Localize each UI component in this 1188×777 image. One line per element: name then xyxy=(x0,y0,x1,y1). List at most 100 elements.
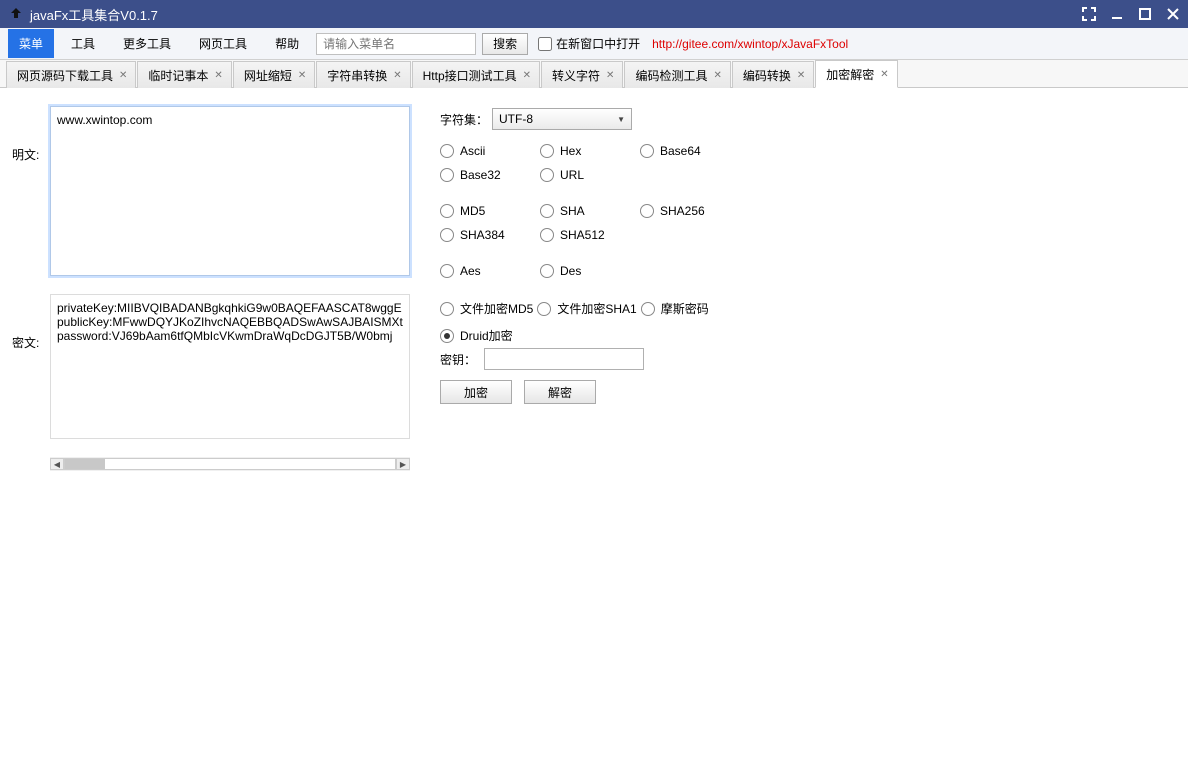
right-panel: 字符集： UTF-8 ▼ AsciiHex Base64 Base32 URL MD5… xyxy=(440,106,1176,471)
tab-close-icon[interactable]: ✕ xyxy=(298,70,306,81)
radio-aes[interactable]: Aes xyxy=(440,264,540,278)
open-new-window-checkbox[interactable]: 在新窗口中打开 xyxy=(538,35,640,52)
menu-main[interactable]: 菜单 xyxy=(8,29,54,58)
decrypt-button[interactable]: 解密 xyxy=(524,380,596,404)
charset-value: UTF-8 xyxy=(499,112,533,126)
plain-text-input[interactable] xyxy=(50,106,410,276)
tab-close-icon[interactable]: ✕ xyxy=(393,70,401,81)
key-label: 密钥： xyxy=(440,351,476,368)
radio-base32[interactable]: Base32 xyxy=(440,168,540,182)
radio-icon xyxy=(440,168,454,182)
radio-label: SHA xyxy=(560,204,585,218)
radio-icon xyxy=(440,329,454,343)
radio-label: URL xyxy=(560,168,584,182)
tab-close-icon[interactable]: ✕ xyxy=(606,70,614,81)
search-button[interactable]: 搜索 xyxy=(482,33,528,55)
radio-sha[interactable]: SHA xyxy=(540,204,640,218)
tab-close-icon[interactable]: ✕ xyxy=(119,70,127,81)
charset-combo[interactable]: UTF-8 ▼ xyxy=(492,108,632,130)
radio-ascii[interactable]: Ascii xyxy=(440,144,540,158)
fullscreen-icon[interactable] xyxy=(1082,7,1096,21)
menu-tools[interactable]: 工具 xyxy=(60,29,106,58)
open-new-window-input[interactable] xyxy=(538,37,552,51)
radio-label: 文件加密SHA1 xyxy=(557,300,636,317)
tab-close-icon[interactable]: ✕ xyxy=(214,70,222,81)
tab-1[interactable]: 临时记事本 ✕ xyxy=(137,61,231,88)
project-link[interactable]: http://gitee.com/xwintop/xJavaFxTool xyxy=(652,37,848,51)
chevron-down-icon: ▼ xyxy=(617,115,625,124)
radio-sha512[interactable]: SHA512 xyxy=(540,228,640,242)
scroll-right-icon[interactable]: ▶ xyxy=(396,458,410,470)
radio-label: Base32 xyxy=(460,168,501,182)
tab-close-icon[interactable]: ✕ xyxy=(713,70,721,81)
radio-druid加密[interactable]: Druid加密 xyxy=(440,327,1176,344)
tab-close-icon[interactable]: ✕ xyxy=(523,70,531,81)
radio-md5[interactable]: MD5 xyxy=(440,204,540,218)
cipher-scrollbar[interactable]: ◀ ▶ xyxy=(50,457,410,471)
close-icon[interactable] xyxy=(1166,7,1180,21)
key-input[interactable] xyxy=(484,348,644,370)
radio-label: Base64 xyxy=(660,144,701,158)
app-icon xyxy=(8,6,24,22)
radio-url[interactable]: URL xyxy=(540,168,640,182)
radio-base64[interactable]: Base64 xyxy=(640,144,740,158)
cipher-text-output[interactable] xyxy=(50,294,410,439)
radio-sha256[interactable]: SHA256 xyxy=(640,204,740,218)
radio-文件加密sha1[interactable]: 文件加密SHA1 xyxy=(537,300,636,317)
scroll-thumb[interactable] xyxy=(65,459,105,469)
menu-help[interactable]: 帮助 xyxy=(264,29,310,58)
radio-icon xyxy=(540,204,554,218)
maximize-icon[interactable] xyxy=(1138,7,1152,21)
scroll-left-icon[interactable]: ◀ xyxy=(50,458,64,470)
radio-icon xyxy=(640,144,654,158)
tab-label: 转义字符 xyxy=(552,67,600,84)
tab-5[interactable]: 转义字符 ✕ xyxy=(541,61,623,88)
encrypt-button[interactable]: 加密 xyxy=(440,380,512,404)
tab-3[interactable]: 字符串转换✕ xyxy=(316,61,410,88)
radio-label: 文件加密MD5 xyxy=(460,300,533,317)
radio-文件加密md5[interactable]: 文件加密MD5 xyxy=(440,300,533,317)
radio-label: Aes xyxy=(460,264,481,278)
radio-icon xyxy=(540,168,554,182)
content: 明文: 密文: ◀ ▶ 字符集： UTF-8 ▼ AsciiHex Base64 B… xyxy=(0,88,1188,483)
tab-close-icon[interactable]: ✕ xyxy=(880,69,888,80)
menubar: 菜单 工具 更多工具 网页工具 帮助 搜索 在新窗口中打开 http://git… xyxy=(0,28,1188,60)
radio-label: Druid加密 xyxy=(460,327,513,344)
minimize-icon[interactable] xyxy=(1110,7,1124,21)
tab-label: 网页源码下载工具 xyxy=(17,67,113,84)
radio-des[interactable]: Des xyxy=(540,264,640,278)
radio-摩斯密码[interactable]: 摩斯密码 xyxy=(641,300,709,317)
tab-6[interactable]: 编码检测工具 ✕ xyxy=(624,61,730,88)
tab-4[interactable]: Http接口测试工具✕ xyxy=(412,61,540,88)
tab-close-icon[interactable]: ✕ xyxy=(797,70,805,81)
search-input[interactable] xyxy=(316,33,476,55)
radio-sha384[interactable]: SHA384 xyxy=(440,228,540,242)
radio-icon xyxy=(640,204,654,218)
left-panel: 明文: 密文: ◀ ▶ xyxy=(12,106,422,471)
tab-0[interactable]: 网页源码下载工具 ✕ xyxy=(6,61,136,88)
cipher-label: 密文: xyxy=(12,294,50,351)
charset-label: 字符集： xyxy=(440,111,492,128)
radio-icon xyxy=(440,264,454,278)
file-group-row1: 文件加密MD5 文件加密SHA1 摩斯密码 xyxy=(440,300,1176,317)
tab-label: 编码检测工具 xyxy=(635,67,707,84)
tab-label: 临时记事本 xyxy=(148,67,208,84)
radio-label: Des xyxy=(560,264,581,278)
tab-2[interactable]: 网址缩短✕ xyxy=(233,61,315,88)
tab-8[interactable]: 加密解密✕ xyxy=(815,60,897,88)
scroll-track[interactable] xyxy=(64,458,396,470)
radio-icon xyxy=(537,302,551,316)
open-new-window-label: 在新窗口中打开 xyxy=(556,35,640,52)
tabbar: 网页源码下载工具✕临时记事本✕网址缩短✕字符串转换✕Http接口测试工具✕转义字… xyxy=(0,60,1188,88)
menu-more-tools[interactable]: 更多工具 xyxy=(112,29,182,58)
radio-hex[interactable]: Hex xyxy=(540,144,640,158)
titlebar: javaFx工具集合V0.1.7 xyxy=(0,0,1188,28)
radio-icon xyxy=(540,228,554,242)
tab-label: 编码转换 xyxy=(743,67,791,84)
radio-icon xyxy=(540,144,554,158)
plain-label: 明文: xyxy=(12,106,50,163)
radio-icon xyxy=(440,302,454,316)
radio-label: 摩斯密码 xyxy=(661,300,709,317)
menu-web-tools[interactable]: 网页工具 xyxy=(188,29,258,58)
tab-7[interactable]: 编码转换 ✕ xyxy=(732,61,814,88)
